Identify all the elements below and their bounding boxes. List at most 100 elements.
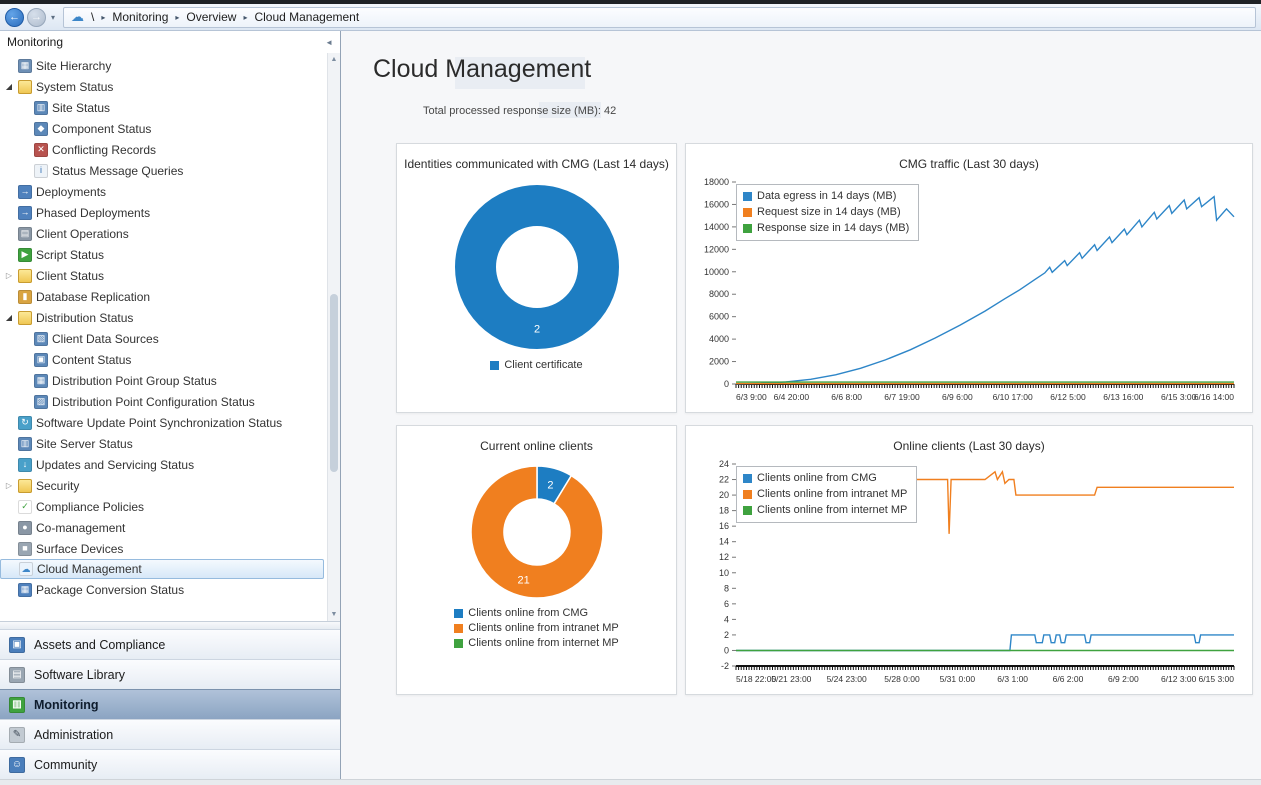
main-content: Cloud Management Total processed respons… xyxy=(341,31,1261,779)
content-status-icon: ▣ xyxy=(34,352,48,367)
svg-text:8: 8 xyxy=(724,583,729,593)
sidebar-item-label: Software Update Point Synchronization St… xyxy=(36,415,283,430)
sidebar-item-compliance-policies[interactable]: ✓ Compliance Policies xyxy=(0,496,340,517)
svg-text:18000: 18000 xyxy=(704,177,729,187)
legend-swatch xyxy=(743,191,752,201)
legend-label: Clients online from internet MP xyxy=(757,504,908,516)
sidebar-item-co-management[interactable]: ● Co-management xyxy=(0,517,340,538)
donut-chart-identities: 2 xyxy=(397,179,676,355)
sidebar-item-system-status[interactable]: ◢ System Status xyxy=(0,76,340,97)
svg-text:6/6 8:00: 6/6 8:00 xyxy=(831,392,862,402)
expander-icon[interactable]: ◢ xyxy=(4,82,14,91)
svg-text:2: 2 xyxy=(533,324,539,336)
svg-text:18: 18 xyxy=(719,506,729,516)
sidebar-item-client-data-sources[interactable]: ▧ Client Data Sources xyxy=(0,328,340,349)
svg-text:6/13 16:00: 6/13 16:00 xyxy=(1103,392,1143,402)
history-dropdown-icon[interactable]: ▾ xyxy=(49,13,57,22)
cloud-management-icon: ☁ xyxy=(19,562,33,576)
assets-icon: ▣ xyxy=(9,636,25,653)
sidebar-item-script-status[interactable]: ▶ Script Status xyxy=(0,244,340,265)
svg-text:10000: 10000 xyxy=(704,267,729,277)
sidebar-item-distribution-point-configuration-status[interactable]: ▨ Distribution Point Configuration Status xyxy=(0,391,340,412)
sidebar-item-updates-and-servicing-status[interactable]: ↓ Updates and Servicing Status xyxy=(0,454,340,475)
sidebar-item-label: Distribution Point Configuration Status xyxy=(52,394,255,409)
collapse-sidebar-button[interactable]: ◄ xyxy=(325,38,333,47)
breadcrumb-separator-icon: ▸ xyxy=(101,12,106,22)
scrollbar-thumb[interactable] xyxy=(330,293,338,473)
sidebar-item-label: System Status xyxy=(36,79,114,94)
sidebar-item-phased-deployments[interactable]: → Phased Deployments xyxy=(0,202,340,223)
sidebar-item-site-hierarchy[interactable]: ▦ Site Hierarchy xyxy=(0,55,340,76)
library-icon: ▤ xyxy=(9,666,25,683)
breadcrumb: ☁ \ ▸ Monitoring ▸ Overview ▸ Cloud Management xyxy=(63,6,1256,28)
sidebar-item-conflicting-records[interactable]: ✕ Conflicting Records xyxy=(0,139,340,160)
sidebar-item-client-operations[interactable]: ▤ Client Operations xyxy=(0,223,340,244)
sidebar-item-status-message-queries[interactable]: i Status Message Queries xyxy=(0,160,340,181)
sidebar-item-site-status[interactable]: ▥ Site Status xyxy=(0,97,340,118)
legend-item: Data egress in 14 days (MB) xyxy=(743,190,909,202)
workspace-assets-and-compliance[interactable]: ▣ Assets and Compliance xyxy=(0,629,340,659)
sidebar-item-site-server-status[interactable]: ▥ Site Server Status xyxy=(0,433,340,454)
sidebar-item-label: Database Replication xyxy=(36,289,151,304)
sidebar-item-cloud-management[interactable]: ☁ Cloud Management xyxy=(0,559,324,579)
deployments-icon: → xyxy=(18,184,32,199)
svg-text:6/15 3:00: 6/15 3:00 xyxy=(1161,392,1197,402)
workspace-label: Community xyxy=(34,757,98,772)
expander-icon[interactable]: ◢ xyxy=(4,313,14,322)
sidebar-item-content-status[interactable]: ▣ Content Status xyxy=(0,349,340,370)
scrollbar-track[interactable] xyxy=(328,66,340,608)
tree-scrollbar[interactable]: ▲ ▼ xyxy=(327,53,340,621)
workspace-software-library[interactable]: ▤ Software Library xyxy=(0,659,340,689)
breadcrumb-items: \ ▸ Monitoring ▸ Overview ▸ Cloud Management xyxy=(91,10,359,24)
sidebar-item-security[interactable]: ▷ Security xyxy=(0,475,340,496)
sidebar-item-distribution-status[interactable]: ◢ Distribution Status xyxy=(0,307,340,328)
phased-deployments-icon: → xyxy=(18,205,32,220)
workspace-administration[interactable]: ✎ Administration xyxy=(0,719,340,749)
donut-chart-online-clients: 2 21 xyxy=(397,461,676,603)
sidebar-item-distribution-point-group-status[interactable]: ▦ Distribution Point Group Status xyxy=(0,370,340,391)
breadcrumb-item-cloud-management[interactable]: Cloud Management xyxy=(254,10,359,24)
workspace-monitoring[interactable]: ▥ Monitoring xyxy=(0,689,340,719)
sidebar-item-label: Content Status xyxy=(52,352,132,367)
breadcrumb-item-root[interactable]: \ xyxy=(91,10,94,24)
forward-button[interactable]: → xyxy=(27,7,46,27)
scroll-down-icon[interactable]: ▼ xyxy=(331,608,338,621)
svg-text:22: 22 xyxy=(719,475,729,485)
sidebar-item-label: Site Server Status xyxy=(36,436,133,451)
breadcrumb-item-monitoring[interactable]: Monitoring xyxy=(112,10,168,24)
legend-swatch xyxy=(490,360,500,370)
sidebar-item-client-status[interactable]: ▷ Client Status xyxy=(0,265,340,286)
summary-text: Total processed response size (MB): 42 xyxy=(423,105,617,117)
sidebar-item-package-conversion-status[interactable]: ▦ Package Conversion Status xyxy=(0,579,340,600)
workspace-community[interactable]: ☺ Community xyxy=(0,749,340,779)
expander-icon[interactable]: ▷ xyxy=(4,481,14,490)
compliance-policies-icon: ✓ xyxy=(18,499,32,514)
sidebar-item-label: Client Status xyxy=(36,268,105,283)
sidebar-item-deployments[interactable]: → Deployments xyxy=(0,181,340,202)
expander-icon[interactable]: ▷ xyxy=(4,271,14,280)
database-replication-icon: ▮ xyxy=(18,289,32,304)
sidebar-item-surface-devices[interactable]: ■ Surface Devices xyxy=(0,538,340,559)
community-icon: ☺ xyxy=(9,756,25,773)
breadcrumb-item-overview[interactable]: Overview xyxy=(186,10,236,24)
svg-text:-2: -2 xyxy=(721,661,729,671)
donut-svg: 2 xyxy=(454,185,619,349)
sidebar-item-database-replication[interactable]: ▮ Database Replication xyxy=(0,286,340,307)
package-conversion-icon: ▦ xyxy=(18,582,32,597)
svg-text:14: 14 xyxy=(719,537,729,547)
svg-text:24: 24 xyxy=(719,459,729,469)
sidebar-item-label: Conflicting Records xyxy=(52,142,157,157)
chart-legend: Clients online from CMG Clients online fr… xyxy=(454,607,619,649)
back-button[interactable]: ← xyxy=(5,7,24,27)
co-management-icon: ● xyxy=(18,520,32,535)
sidebar-item-label: Cloud Management xyxy=(37,562,142,576)
breadcrumb-separator-icon: ▸ xyxy=(175,12,180,22)
bottom-scrollbar[interactable] xyxy=(0,779,1261,785)
workspace-splitter[interactable] xyxy=(0,621,340,629)
navigation-toolbar: ← → ▾ ☁ \ ▸ Monitoring ▸ Overview ▸ Cloud Mana… xyxy=(0,4,1261,31)
scroll-up-icon[interactable]: ▲ xyxy=(331,53,338,66)
svg-text:14000: 14000 xyxy=(704,222,729,232)
legend-label: Request size in 14 days (MB) xyxy=(757,206,901,218)
sidebar-item-software-update-point-synchronization-status[interactable]: ↻ Software Update Point Synchronization S… xyxy=(0,412,340,433)
sidebar-item-component-status[interactable]: ◆ Component Status xyxy=(0,118,340,139)
